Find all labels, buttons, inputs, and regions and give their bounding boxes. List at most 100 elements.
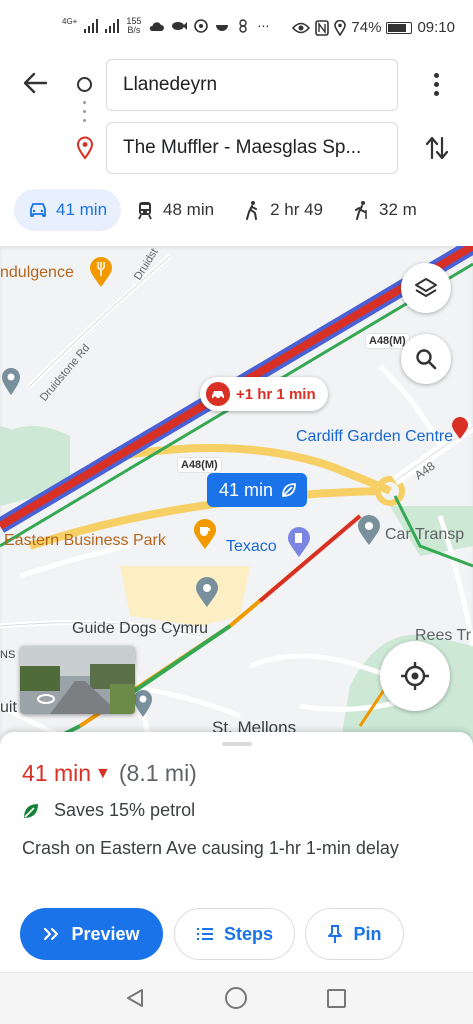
origin-circle-icon xyxy=(77,77,92,92)
network-speed: 155 B/s xyxy=(126,17,141,35)
travel-mode-tabs: 41 min 48 min 2 hr 49 32 m xyxy=(14,189,431,231)
location-icon xyxy=(334,19,347,36)
whatsapp-icon xyxy=(194,19,209,33)
network-label: 4G+ xyxy=(62,16,78,26)
route-header: Llanedeyrn The Muffler - Maesglas Sp... … xyxy=(0,56,473,246)
route-summary-sheet[interactable]: 41 min ▼ (8.1 mi) Saves 15% petrol Crash… xyxy=(0,732,473,972)
battery-percent: 74% xyxy=(351,19,382,36)
sheet-drag-handle[interactable] xyxy=(222,742,252,746)
car-icon xyxy=(30,203,46,217)
poi-label-indulgence[interactable]: ndulgence xyxy=(0,264,74,282)
map-view[interactable]: ndulgence Druidstone Rd Druidst A48(M) A… xyxy=(0,246,473,746)
signal-icon xyxy=(84,19,99,33)
swap-icon xyxy=(425,136,449,160)
eco-savings-text: Saves 15% petrol xyxy=(54,800,196,820)
nav-home-icon[interactable] xyxy=(225,987,247,1009)
route-distance: (8.1 mi) xyxy=(118,760,197,786)
preview-label: Preview xyxy=(71,923,140,944)
map-label-uit: uit xyxy=(0,699,17,716)
fish-icon xyxy=(172,22,188,30)
eco-leaf-icon xyxy=(24,803,38,818)
back-button[interactable] xyxy=(22,70,54,102)
tab-walking-label: 2 hr 49 xyxy=(270,200,323,219)
double-chevron-icon xyxy=(44,927,59,941)
tab-ride[interactable]: 32 m xyxy=(337,189,431,231)
destination-pin-icon xyxy=(74,136,96,160)
location-pin-icon[interactable] xyxy=(0,366,22,396)
restaurant-pin-icon[interactable] xyxy=(88,256,114,288)
eco-leaf-icon xyxy=(282,483,296,497)
origin-input[interactable]: Llanedeyrn xyxy=(106,59,398,111)
traffic-delay-bubble[interactable]: +1 hr 1 min xyxy=(200,377,328,411)
poi-label-car-transp[interactable]: Car Transp xyxy=(385,526,464,544)
list-icon xyxy=(196,928,213,940)
map-label-ns: NS xyxy=(0,649,16,661)
tab-ride-label: 32 m xyxy=(379,200,417,219)
walk-icon xyxy=(246,201,258,220)
nav-back-icon[interactable] xyxy=(124,987,146,1009)
battery-icon xyxy=(386,21,413,34)
poi-label-texaco[interactable]: Texaco xyxy=(226,538,277,556)
bowl-icon xyxy=(216,25,229,31)
pin-label: Pin xyxy=(353,923,382,944)
poi-label-guide-dogs-cymru[interactable]: Guide Dogs Cymru xyxy=(72,620,208,638)
cloud-icon xyxy=(150,22,165,31)
route-time-bubble[interactable]: 41 min xyxy=(207,473,308,507)
tab-transit-label: 48 min xyxy=(163,200,215,219)
layers-icon xyxy=(415,278,437,297)
steps-button[interactable]: Steps xyxy=(174,908,295,960)
my-location-button[interactable] xyxy=(380,641,450,711)
eco-row: Saves 15% petrol xyxy=(22,800,195,821)
more-options-button[interactable] xyxy=(426,70,446,100)
car-transport-pin-icon[interactable] xyxy=(356,514,382,546)
preview-button[interactable]: Preview xyxy=(20,908,163,960)
road-shield-a48m-mid: A48(M) xyxy=(178,458,221,472)
road-shield-a48m-top: A48(M) xyxy=(366,334,409,348)
map-search-button[interactable] xyxy=(401,334,451,384)
destination-input[interactable]: The Muffler - Maesglas Sp... xyxy=(106,122,398,174)
nfc-icon xyxy=(315,19,330,36)
tab-transit[interactable]: 48 min xyxy=(121,189,228,231)
status-left: 4G+ 155 B/s ⋯ xyxy=(62,17,269,35)
tab-walking[interactable]: 2 hr 49 xyxy=(228,189,337,231)
eye-icon xyxy=(292,22,311,33)
nav-recents-icon[interactable] xyxy=(327,989,346,1008)
eta-row: 41 min ▼ (8.1 mi) xyxy=(22,760,197,787)
poi-label-cardiff-garden-centre[interactable]: Cardiff Garden Centre xyxy=(296,428,453,446)
steps-label: Steps xyxy=(223,923,274,944)
cafe-pin-icon[interactable] xyxy=(192,518,218,550)
swap-directions-button[interactable] xyxy=(424,134,450,162)
pin-button[interactable]: Pin xyxy=(305,908,404,960)
tab-driving[interactable]: 41 min xyxy=(14,189,122,231)
system-nav-bar xyxy=(0,972,473,1024)
more-notifications-icon: ⋯ xyxy=(257,19,270,33)
route-description: Crash on Eastern Ave causing 1-hr 1-min … xyxy=(22,838,399,858)
street-view-rotate-icon xyxy=(37,694,55,704)
tab-driving-label: 41 min xyxy=(56,200,108,219)
shop-pin-icon[interactable] xyxy=(450,416,470,440)
crosshair-icon xyxy=(401,662,429,690)
crash-icon xyxy=(206,382,230,406)
poi-label-eastern-business-park[interactable]: Eastern Business Park xyxy=(4,532,166,550)
pinwheel-icon xyxy=(239,19,248,33)
traffic-down-arrow-icon: ▼ xyxy=(95,764,111,782)
signal-icon-2 xyxy=(105,19,120,33)
status-right: 74% 09:10 xyxy=(292,19,455,36)
clock: 09:10 xyxy=(417,19,455,36)
route-dots-icon xyxy=(83,101,87,131)
fuel-pin-icon[interactable] xyxy=(286,526,312,558)
search-icon xyxy=(416,349,437,370)
pin-icon xyxy=(328,925,343,943)
layers-button[interactable] xyxy=(401,263,451,313)
route-time-text: 41 min xyxy=(219,479,274,500)
traffic-delay-text: +1 hr 1 min xyxy=(236,385,316,403)
arrow-back-icon xyxy=(23,72,48,94)
train-icon xyxy=(138,202,152,220)
eta-time: 41 min xyxy=(22,760,92,786)
street-view-thumbnail[interactable] xyxy=(20,646,135,714)
speed-unit: B/s xyxy=(127,25,141,35)
status-bar: 4G+ 155 B/s ⋯ 74% 09:10 xyxy=(0,0,473,56)
guide-dogs-pin-icon[interactable] xyxy=(194,576,220,608)
bottom-pin-icon[interactable] xyxy=(132,688,154,718)
ride-icon xyxy=(355,201,367,220)
